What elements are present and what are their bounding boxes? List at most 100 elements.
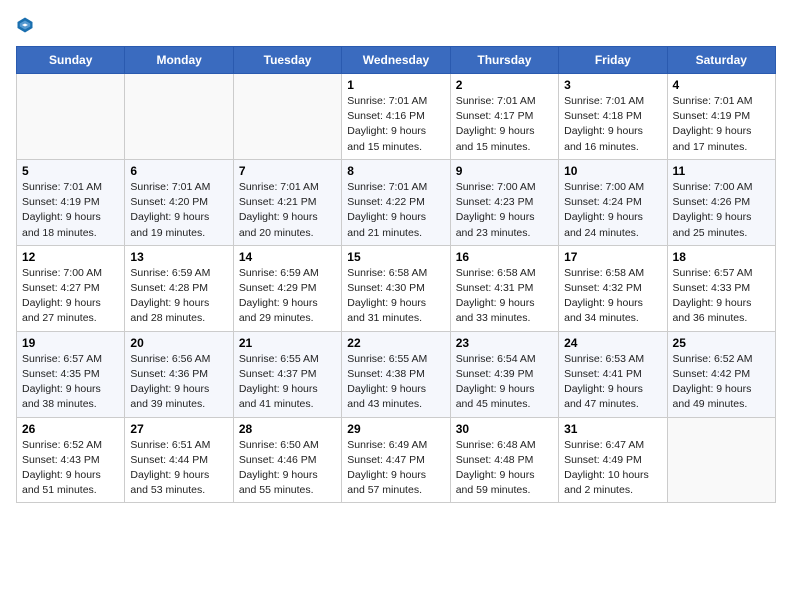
day-detail: Sunrise: 6:57 AM Sunset: 4:35 PM Dayligh… bbox=[22, 352, 119, 413]
day-number: 30 bbox=[456, 422, 553, 436]
calendar-cell: 11Sunrise: 7:00 AM Sunset: 4:26 PM Dayli… bbox=[667, 159, 775, 245]
calendar-cell: 17 Sunrise: 6:58 AM Sunset: 4:32 PM Dayli… bbox=[559, 245, 667, 331]
day-detail: Sunrise: 7:00 AM Sunset: 4:23 PM Dayligh… bbox=[456, 180, 553, 241]
calendar-cell: 3 Sunrise: 7:01 AM Sunset: 4:18 PM Daylig… bbox=[559, 74, 667, 160]
day-detail: Sunrise: 6:58 AM Sunset: 4:32 PM Dayligh… bbox=[564, 266, 661, 327]
day-detail: Sunrise: 7:01 AM Sunset: 4:20 PM Dayligh… bbox=[130, 180, 227, 241]
day-number: 19 bbox=[22, 336, 119, 350]
day-number: 15 bbox=[347, 250, 444, 264]
day-detail: Sunrise: 6:58 AM Sunset: 4:30 PM Dayligh… bbox=[347, 266, 444, 327]
calendar-cell: 22Sunrise: 6:55 AM Sunset: 4:38 PM Dayli… bbox=[342, 331, 450, 417]
calendar-cell: 24 Sunrise: 6:53 AM Sunset: 4:41 PM Dayli… bbox=[559, 331, 667, 417]
weekday-header-sunday: Sunday bbox=[17, 47, 125, 74]
calendar-cell: 2 Sunrise: 7:01 AM Sunset: 4:17 PM Daylig… bbox=[450, 74, 558, 160]
day-detail: Sunrise: 6:59 AM Sunset: 4:28 PM Dayligh… bbox=[130, 266, 227, 327]
day-detail: Sunrise: 6:56 AM Sunset: 4:36 PM Dayligh… bbox=[130, 352, 227, 413]
generalblue-logo-icon bbox=[16, 16, 34, 34]
day-number: 13 bbox=[130, 250, 227, 264]
day-detail: Sunrise: 6:48 AM Sunset: 4:48 PM Dayligh… bbox=[456, 438, 553, 499]
day-detail: Sunrise: 6:47 AM Sunset: 4:49 PM Dayligh… bbox=[564, 438, 661, 499]
day-detail: Sunrise: 7:00 AM Sunset: 4:27 PM Dayligh… bbox=[22, 266, 119, 327]
calendar-cell: 8 Sunrise: 7:01 AM Sunset: 4:22 PM Daylig… bbox=[342, 159, 450, 245]
day-number: 18 bbox=[673, 250, 770, 264]
day-detail: Sunrise: 6:53 AM Sunset: 4:41 PM Dayligh… bbox=[564, 352, 661, 413]
day-detail: Sunrise: 6:52 AM Sunset: 4:42 PM Dayligh… bbox=[673, 352, 770, 413]
day-detail: Sunrise: 7:00 AM Sunset: 4:24 PM Dayligh… bbox=[564, 180, 661, 241]
calendar-cell: 25 Sunrise: 6:52 AM Sunset: 4:42 PM Dayli… bbox=[667, 331, 775, 417]
day-number: 14 bbox=[239, 250, 336, 264]
day-detail: Sunrise: 7:01 AM Sunset: 4:19 PM Dayligh… bbox=[673, 94, 770, 155]
day-number: 23 bbox=[456, 336, 553, 350]
calendar-cell: 1 Sunrise: 7:01 AM Sunset: 4:16 PM Daylig… bbox=[342, 74, 450, 160]
day-number: 3 bbox=[564, 78, 661, 92]
calendar-cell: 26Sunrise: 6:52 AM Sunset: 4:43 PM Dayli… bbox=[17, 417, 125, 503]
day-number: 5 bbox=[22, 164, 119, 178]
day-detail: Sunrise: 6:57 AM Sunset: 4:33 PM Dayligh… bbox=[673, 266, 770, 327]
page-header bbox=[16, 16, 776, 34]
weekday-header-tuesday: Tuesday bbox=[233, 47, 341, 74]
calendar-cell: 23 Sunrise: 6:54 AM Sunset: 4:39 PM Dayli… bbox=[450, 331, 558, 417]
calendar-cell: 27 Sunrise: 6:51 AM Sunset: 4:44 PM Dayli… bbox=[125, 417, 233, 503]
calendar-cell: 6 Sunrise: 7:01 AM Sunset: 4:20 PM Daylig… bbox=[125, 159, 233, 245]
calendar-cell: 10 Sunrise: 7:00 AM Sunset: 4:24 PM Dayli… bbox=[559, 159, 667, 245]
day-number: 29 bbox=[347, 422, 444, 436]
day-number: 22 bbox=[347, 336, 444, 350]
weekday-header-saturday: Saturday bbox=[667, 47, 775, 74]
calendar-cell: 4 Sunrise: 7:01 AM Sunset: 4:19 PM Daylig… bbox=[667, 74, 775, 160]
day-number: 25 bbox=[673, 336, 770, 350]
weekday-header-friday: Friday bbox=[559, 47, 667, 74]
day-number: 21 bbox=[239, 336, 336, 350]
calendar-cell: 14 Sunrise: 6:59 AM Sunset: 4:29 PM Dayli… bbox=[233, 245, 341, 331]
calendar-table: SundayMondayTuesdayWednesdayThursdayFrid… bbox=[16, 46, 776, 503]
weekday-header-wednesday: Wednesday bbox=[342, 47, 450, 74]
calendar-cell bbox=[125, 74, 233, 160]
day-number: 24 bbox=[564, 336, 661, 350]
day-number: 10 bbox=[564, 164, 661, 178]
logo bbox=[16, 16, 38, 34]
day-number: 6 bbox=[130, 164, 227, 178]
calendar-cell: 5 Sunrise: 7:01 AM Sunset: 4:19 PM Daylig… bbox=[17, 159, 125, 245]
day-number: 27 bbox=[130, 422, 227, 436]
day-detail: Sunrise: 7:01 AM Sunset: 4:22 PM Dayligh… bbox=[347, 180, 444, 241]
calendar-cell: 15 Sunrise: 6:58 AM Sunset: 4:30 PM Dayli… bbox=[342, 245, 450, 331]
day-detail: Sunrise: 6:51 AM Sunset: 4:44 PM Dayligh… bbox=[130, 438, 227, 499]
day-detail: Sunrise: 6:49 AM Sunset: 4:47 PM Dayligh… bbox=[347, 438, 444, 499]
calendar-cell: 19 Sunrise: 6:57 AM Sunset: 4:35 PM Dayli… bbox=[17, 331, 125, 417]
day-number: 7 bbox=[239, 164, 336, 178]
day-number: 31 bbox=[564, 422, 661, 436]
day-number: 28 bbox=[239, 422, 336, 436]
day-number: 16 bbox=[456, 250, 553, 264]
day-detail: Sunrise: 6:54 AM Sunset: 4:39 PM Dayligh… bbox=[456, 352, 553, 413]
day-detail: Sunrise: 6:52 AM Sunset: 4:43 PM Dayligh… bbox=[22, 438, 119, 499]
day-detail: Sunrise: 6:59 AM Sunset: 4:29 PM Dayligh… bbox=[239, 266, 336, 327]
day-number: 12 bbox=[22, 250, 119, 264]
weekday-header-monday: Monday bbox=[125, 47, 233, 74]
day-detail: Sunrise: 6:58 AM Sunset: 4:31 PM Dayligh… bbox=[456, 266, 553, 327]
calendar-cell: 20 Sunrise: 6:56 AM Sunset: 4:36 PM Dayli… bbox=[125, 331, 233, 417]
calendar-cell: 18 Sunrise: 6:57 AM Sunset: 4:33 PM Dayli… bbox=[667, 245, 775, 331]
calendar-cell: 29 Sunrise: 6:49 AM Sunset: 4:47 PM Dayli… bbox=[342, 417, 450, 503]
day-detail: Sunrise: 7:01 AM Sunset: 4:18 PM Dayligh… bbox=[564, 94, 661, 155]
calendar-cell: 30 Sunrise: 6:48 AM Sunset: 4:48 PM Dayli… bbox=[450, 417, 558, 503]
weekday-header-thursday: Thursday bbox=[450, 47, 558, 74]
calendar-cell: 12 Sunrise: 7:00 AM Sunset: 4:27 PM Dayli… bbox=[17, 245, 125, 331]
day-number: 9 bbox=[456, 164, 553, 178]
day-detail: Sunrise: 7:01 AM Sunset: 4:19 PM Dayligh… bbox=[22, 180, 119, 241]
day-number: 2 bbox=[456, 78, 553, 92]
calendar-cell: 31 Sunrise: 6:47 AM Sunset: 4:49 PM Dayli… bbox=[559, 417, 667, 503]
calendar-cell: 28Sunrise: 6:50 AM Sunset: 4:46 PM Dayli… bbox=[233, 417, 341, 503]
day-number: 4 bbox=[673, 78, 770, 92]
calendar-cell: 21 Sunrise: 6:55 AM Sunset: 4:37 PM Dayli… bbox=[233, 331, 341, 417]
day-number: 20 bbox=[130, 336, 227, 350]
calendar-cell: 7Sunrise: 7:01 AM Sunset: 4:21 PM Daylig… bbox=[233, 159, 341, 245]
day-detail: Sunrise: 7:01 AM Sunset: 4:17 PM Dayligh… bbox=[456, 94, 553, 155]
day-number: 17 bbox=[564, 250, 661, 264]
calendar-cell bbox=[667, 417, 775, 503]
day-detail: Sunrise: 7:01 AM Sunset: 4:16 PM Dayligh… bbox=[347, 94, 444, 155]
day-number: 1 bbox=[347, 78, 444, 92]
calendar-cell: 9 Sunrise: 7:00 AM Sunset: 4:23 PM Daylig… bbox=[450, 159, 558, 245]
calendar-cell: 13 Sunrise: 6:59 AM Sunset: 4:28 PM Dayli… bbox=[125, 245, 233, 331]
day-detail: Sunrise: 6:55 AM Sunset: 4:37 PM Dayligh… bbox=[239, 352, 336, 413]
calendar-cell: 16 Sunrise: 6:58 AM Sunset: 4:31 PM Dayli… bbox=[450, 245, 558, 331]
day-number: 8 bbox=[347, 164, 444, 178]
